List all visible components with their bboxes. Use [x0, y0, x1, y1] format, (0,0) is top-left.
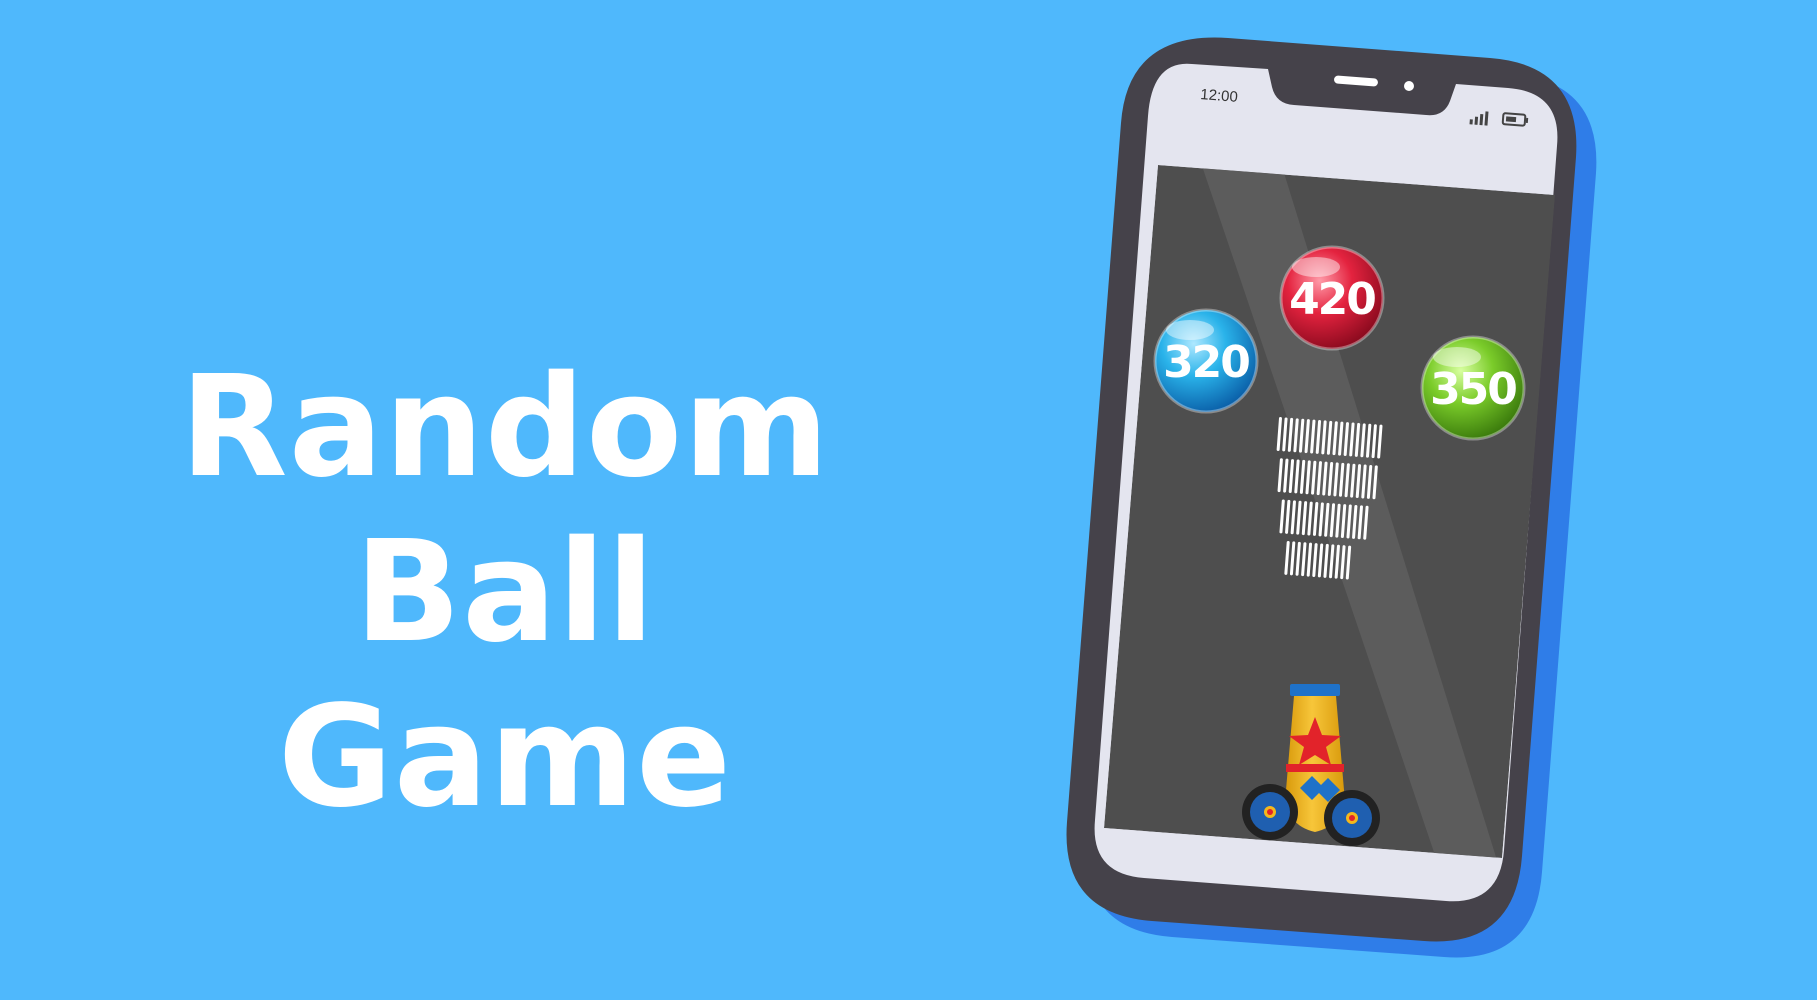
- status-time: 12:00: [1200, 86, 1239, 106]
- front-camera: [1404, 81, 1414, 91]
- cannon-wheel-right: [1324, 790, 1380, 846]
- ball-350[interactable]: 350: [1420, 335, 1526, 441]
- phone-scene: 12:00 320 420 350: [1066, 37, 1597, 958]
- ball-label: 350: [1430, 364, 1516, 415]
- cannon-wheel-left: [1242, 784, 1298, 840]
- ball-label: 320: [1163, 337, 1249, 388]
- ball-label: 420: [1289, 274, 1375, 325]
- ball-320[interactable]: 320: [1153, 308, 1259, 414]
- ball-420[interactable]: 420: [1279, 245, 1385, 351]
